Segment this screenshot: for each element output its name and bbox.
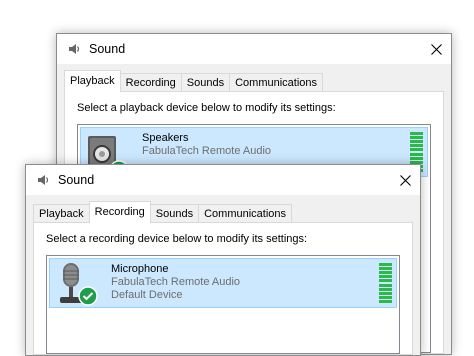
check-icon: [78, 286, 98, 306]
instruction-text: Select a playback device below to modify…: [77, 102, 336, 114]
instruction-text: Select a recording device below to modif…: [46, 233, 308, 245]
tab-sounds[interactable]: Sounds: [149, 204, 200, 223]
tab-playback[interactable]: Playback: [64, 70, 121, 92]
tab-panel: Select a recording device below to modif…: [33, 222, 413, 355]
tab-playback[interactable]: Playback: [33, 204, 90, 223]
close-icon: [430, 43, 442, 55]
device-name: Speakers: [142, 132, 189, 144]
level-meter: [379, 263, 392, 303]
device-details: Speakers FabulaTech Remote Audio: [142, 132, 271, 158]
microphone-icon: [54, 261, 98, 307]
close-icon: [399, 174, 411, 186]
window-title: Sound: [58, 173, 95, 187]
tab-communications[interactable]: Communications: [229, 73, 324, 92]
speaker-app-icon: [67, 42, 81, 56]
tab-strip: Playback Recording Sounds Communications: [64, 70, 324, 92]
device-driver: FabulaTech Remote Audio: [142, 145, 272, 157]
window-title: Sound: [89, 42, 126, 56]
device-driver: FabulaTech Remote Audio: [111, 276, 241, 288]
title-bar[interactable]: Sound: [57, 34, 451, 64]
device-item-microphone[interactable]: Microphone FabulaTech Remote Audio Defau…: [49, 258, 397, 308]
close-button[interactable]: [421, 34, 451, 64]
tab-recording[interactable]: Recording: [119, 73, 182, 92]
title-bar[interactable]: Sound: [26, 165, 420, 195]
tab-sounds[interactable]: Sounds: [180, 73, 231, 92]
tab-communications[interactable]: Communications: [198, 204, 293, 223]
device-status: Default Device: [111, 289, 183, 301]
sound-window-recording: Sound Playback Recording Sounds Communic…: [25, 164, 421, 356]
device-list[interactable]: Microphone FabulaTech Remote Audio Defau…: [46, 255, 400, 354]
tab-recording[interactable]: Recording: [88, 201, 151, 223]
device-name: Microphone: [111, 263, 169, 275]
tab-strip: Playback Recording Sounds Communications: [33, 201, 293, 223]
dialog-body: Playback Recording Sounds Communications…: [26, 195, 420, 355]
device-details: Microphone FabulaTech Remote Audio Defau…: [111, 263, 240, 302]
speaker-app-icon: [36, 173, 50, 187]
close-button[interactable]: [390, 165, 420, 195]
